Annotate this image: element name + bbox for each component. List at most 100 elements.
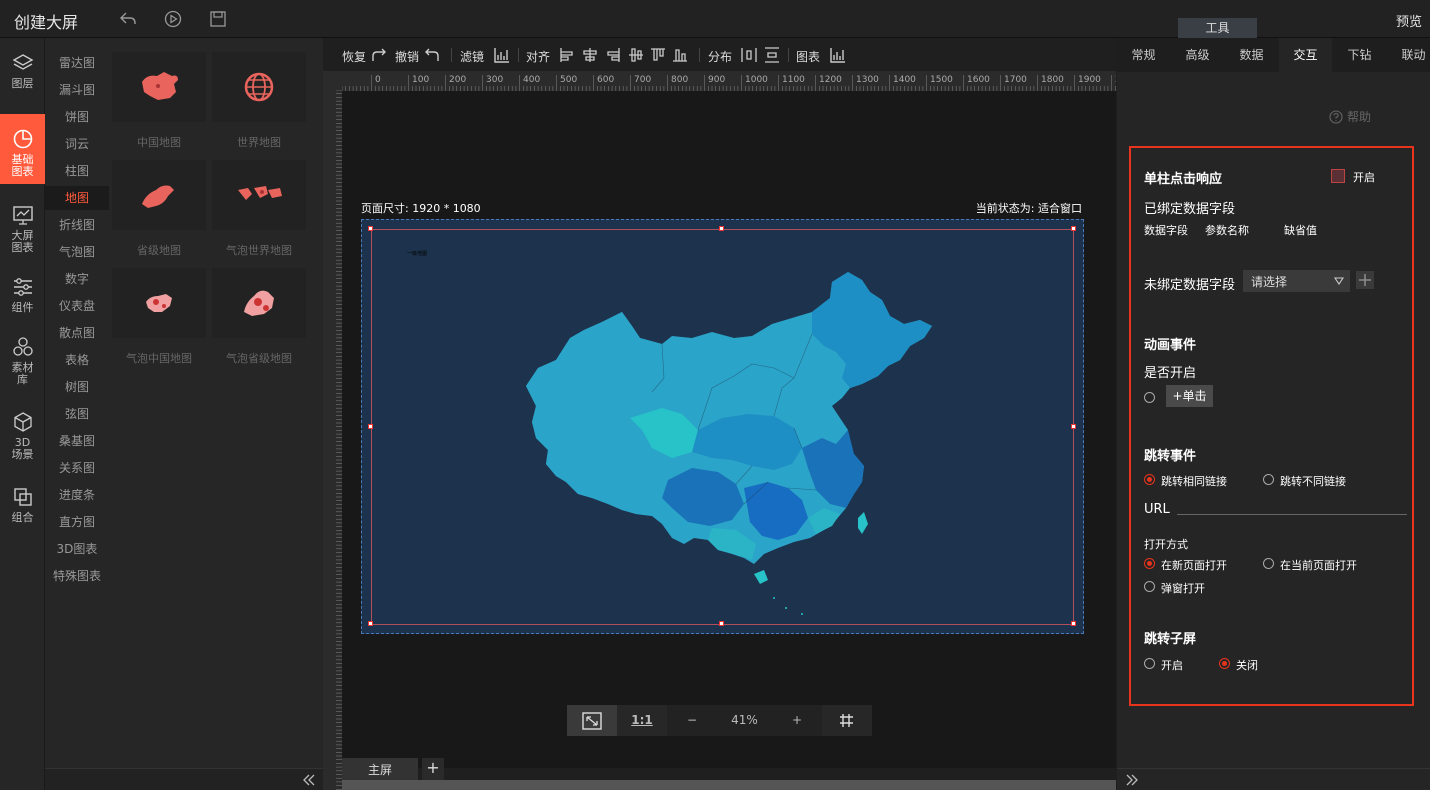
jump-same-radio[interactable] [1144,474,1155,485]
property-tab[interactable]: 常规 [1117,38,1170,72]
category-item[interactable]: 饼图 [45,105,109,129]
main-screen-tab[interactable]: 主屏 [342,758,418,780]
undo-icon[interactable] [423,46,441,64]
undo-button[interactable]: 撤销 [395,48,419,65]
nav-basic-charts[interactable]: 基础 图表 [0,114,45,184]
category-item[interactable]: 气泡图 [45,240,109,264]
subscreen-on-radio[interactable] [1144,658,1155,669]
world-map-thumb[interactable] [212,52,306,122]
zoom-in-button[interactable]: + [772,705,822,736]
category-item[interactable]: 折线图 [45,213,109,237]
china-map-thumb[interactable] [112,52,206,122]
bar-chart-icon[interactable] [493,46,511,64]
nav-components[interactable]: 组件 [0,276,45,321]
animation-enable-label: 是否开启 [1144,366,1197,381]
category-item[interactable]: 直方图 [45,510,109,534]
map-component-frame[interactable]: 一级地图 [371,229,1074,625]
collapse-left-icon[interactable] [302,773,316,787]
resize-handle[interactable] [368,621,373,626]
preview-button[interactable]: 预览 [1396,11,1422,30]
open-popup-radio[interactable] [1144,581,1155,592]
enable-checkbox[interactable] [1331,169,1345,183]
category-item[interactable]: 数字 [45,267,109,291]
resize-handle[interactable] [1071,621,1076,626]
nav-3d-scene[interactable]: 3D 场景 [0,411,45,469]
jump-diff-label: 跳转不同链接 [1280,475,1346,488]
align-center-v-icon[interactable] [627,46,645,64]
redo-icon[interactable] [370,46,388,64]
filter-button[interactable]: 滤镜 [460,48,484,65]
resize-handle[interactable] [1071,226,1076,231]
category-item[interactable]: 进度条 [45,483,109,507]
animation-enable-radio[interactable] [1144,392,1155,403]
bubble-china-map-thumb[interactable] [112,268,206,338]
category-item[interactable]: 弦图 [45,402,109,426]
grid-toggle-button[interactable] [822,705,872,736]
fit-window-button[interactable] [567,705,617,736]
bubble-world-map-thumb[interactable] [212,160,306,230]
open-current-radio[interactable] [1263,558,1274,569]
category-item[interactable]: 3D图表 [45,537,109,561]
open-current-label: 在当前页面打开 [1280,559,1357,572]
resize-handle[interactable] [1071,424,1076,429]
category-item[interactable]: 关系图 [45,456,109,480]
distribute-v-icon[interactable] [763,46,781,64]
back-icon[interactable] [118,9,138,29]
url-input[interactable] [1177,514,1407,515]
collapse-right-icon[interactable] [1125,773,1139,787]
zoom-out-button[interactable]: − [667,705,717,736]
add-click-button[interactable]: +单击 [1166,385,1213,407]
play-icon[interactable] [163,9,183,29]
nav-combine[interactable]: 组合 [0,486,45,531]
chart-bar-icon[interactable] [829,46,847,64]
category-item[interactable]: 表格 [45,348,109,372]
nav-layers[interactable]: 图层 [0,52,45,102]
category-item[interactable]: 漏斗图 [45,78,109,102]
jump-diff-radio[interactable] [1263,474,1274,485]
save-icon[interactable] [208,9,228,29]
open-new-radio[interactable] [1144,558,1155,569]
align-right-icon[interactable] [604,46,622,64]
resize-handle[interactable] [368,424,373,429]
add-screen-button[interactable]: + [422,758,444,780]
resize-handle[interactable] [719,621,724,626]
category-item[interactable]: 地图 [45,186,109,210]
category-item[interactable]: 特殊图表 [45,564,109,588]
category-item[interactable]: 桑基图 [45,429,109,453]
screen-canvas[interactable]: 一级地图 [361,219,1084,634]
align-top-icon[interactable] [649,46,667,64]
tools-tab[interactable]: 工具 [1178,18,1257,38]
distribute-h-icon[interactable] [740,46,758,64]
category-item[interactable]: 雷达图 [45,51,109,75]
category-item[interactable]: 仪表盘 [45,294,109,318]
add-field-button[interactable] [1356,271,1374,289]
nav-materials[interactable]: 素材库 [0,336,45,394]
subscreen-title: 跳转子屏 [1144,632,1197,647]
property-tab[interactable]: 交互 [1279,38,1332,72]
redo-button[interactable]: 恢复 [342,48,366,65]
category-item[interactable]: 词云 [45,132,109,156]
align-bottom-icon[interactable] [671,46,689,64]
property-tab[interactable]: 数据 [1225,38,1278,72]
category-item[interactable]: 树图 [45,375,109,399]
help-link[interactable]: 帮助 [1329,108,1371,125]
province-map-thumb[interactable] [112,160,206,230]
category-item[interactable]: 散点图 [45,321,109,345]
resize-handle[interactable] [719,226,724,231]
property-tab[interactable]: 高级 [1171,38,1224,72]
property-tab[interactable]: 下钻 [1333,38,1386,72]
bubble-province-map-thumb[interactable] [212,268,306,338]
align-left-icon[interactable] [558,46,576,64]
horizontal-scrollbar[interactable] [342,780,1116,790]
grid-icon [840,714,853,727]
chevron-down-icon [1334,277,1344,285]
resize-handle[interactable] [368,226,373,231]
field-select[interactable]: 请选择 [1243,270,1350,292]
animation-event-title: 动画事件 [1144,338,1197,353]
property-tab[interactable]: 联动 [1387,38,1430,72]
category-item[interactable]: 柱图 [45,159,109,183]
subscreen-off-radio[interactable] [1219,658,1230,669]
one-to-one-button[interactable]: 1:1 [617,705,667,736]
nav-screen-charts[interactable]: 大屏 图表 [0,204,45,259]
align-center-h-icon[interactable] [581,46,599,64]
